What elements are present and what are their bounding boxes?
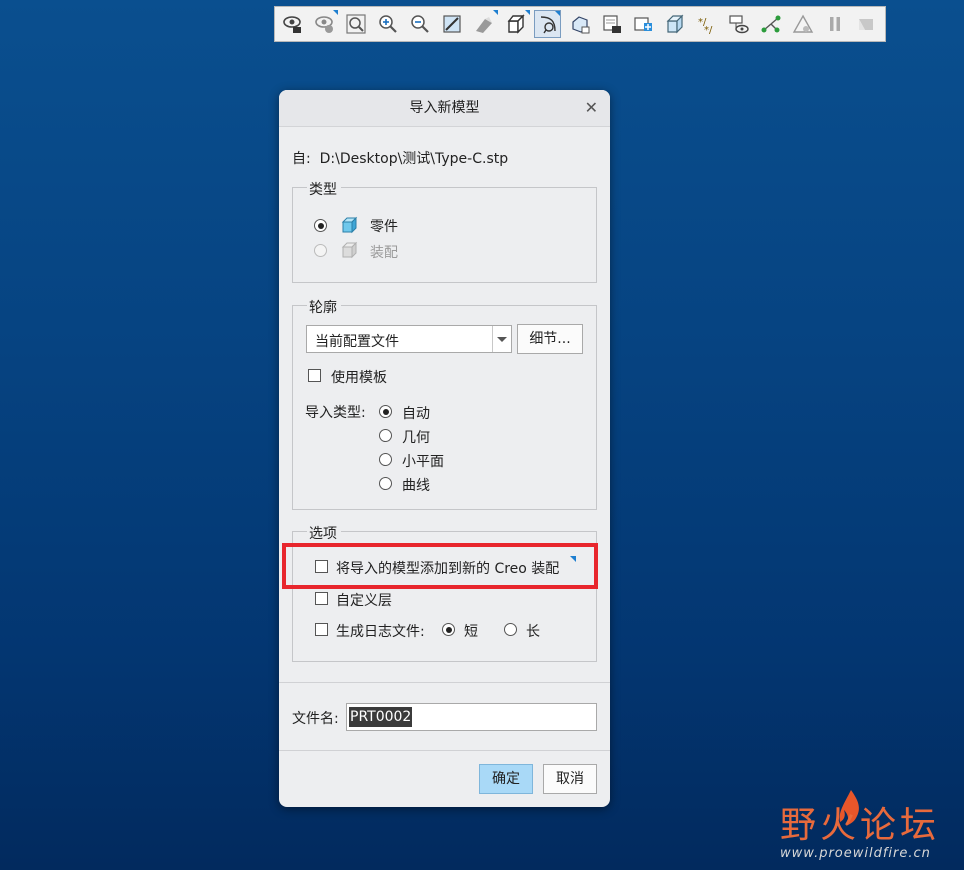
type-group — [292, 187, 597, 283]
repaint-icon[interactable] — [438, 10, 465, 38]
add-view-icon[interactable] — [630, 10, 657, 38]
orientation-cube-icon[interactable] — [502, 10, 530, 38]
flyout-indicator-icon — [570, 556, 576, 562]
part-radio[interactable] — [314, 219, 327, 232]
details-button[interactable]: 细节... — [517, 324, 583, 354]
watermark: 野火论坛 www.proewildfire.cn — [776, 788, 956, 864]
assembly-icon — [341, 241, 358, 259]
import-type-geometry-label: 几何 — [402, 430, 430, 446]
import-type-geometry-radio[interactable] — [379, 429, 392, 442]
source-path: 自: D:\Desktop\测试\Type-C.stp — [292, 148, 508, 168]
file-name-input[interactable]: PRT0002 — [346, 703, 597, 731]
ok-button[interactable]: 确定 — [479, 764, 533, 794]
use-template-checkbox[interactable] — [308, 369, 321, 382]
warning-icon[interactable] — [789, 10, 816, 38]
log-long-label: 长 — [526, 624, 540, 640]
log-file-label: 生成日志文件: — [336, 624, 425, 640]
highlight-box — [282, 543, 598, 589]
shading-icon[interactable] — [470, 10, 498, 38]
use-template-label: 使用模板 — [331, 370, 387, 386]
close-icon[interactable]: ✕ — [585, 90, 598, 126]
datum-display-icon[interactable]: */*/ — [694, 10, 721, 38]
annotation-display-icon[interactable] — [726, 10, 753, 38]
watermark-url: www.proewildfire.cn — [780, 846, 931, 861]
view-icon[interactable] — [279, 10, 306, 38]
separator — [279, 682, 610, 683]
spin-center-icon[interactable] — [534, 10, 562, 38]
file-name-label: 文件名: — [292, 711, 339, 727]
log-long-radio[interactable] — [504, 623, 517, 636]
watermark-title: 野火论坛 — [780, 805, 941, 846]
type-group-legend: 类型 — [307, 179, 341, 199]
import-new-model-dialog: 导入新模型 ✕ 自: D:\Desktop\测试\Type-C.stp 类型 零… — [279, 90, 610, 807]
log-file-checkbox[interactable] — [315, 623, 328, 636]
log-short-radio[interactable] — [442, 623, 455, 636]
flag-icon[interactable] — [853, 10, 880, 38]
separator — [279, 750, 610, 751]
import-type-auto-radio[interactable] — [379, 405, 392, 418]
assembly-label: 装配 — [370, 245, 398, 261]
profile-group-legend: 轮廓 — [307, 297, 341, 317]
log-short-label: 短 — [464, 624, 478, 640]
dialog-title: 导入新模型 — [409, 100, 480, 116]
from-prefix: 自: — [292, 151, 311, 167]
import-type-curve-label: 曲线 — [402, 478, 430, 494]
file-name-value: PRT0002 — [349, 707, 413, 727]
graphics-toolbar: */*/ — [274, 6, 886, 42]
custom-layer-checkbox[interactable] — [315, 592, 328, 605]
saved-views-icon[interactable] — [566, 10, 593, 38]
cancel-button[interactable]: 取消 — [543, 764, 597, 794]
pause-icon[interactable] — [821, 10, 848, 38]
profile-dropdown-value: 当前配置文件 — [315, 334, 399, 350]
import-type-auto-label: 自动 — [402, 406, 430, 422]
from-path: D:\Desktop\测试\Type-C.stp — [319, 151, 509, 167]
dialog-titlebar: 导入新模型 ✕ — [279, 90, 610, 127]
import-type-label: 导入类型: — [305, 405, 366, 421]
profile-dropdown[interactable]: 当前配置文件 — [306, 325, 512, 353]
part-label: 零件 — [370, 219, 398, 235]
axis-display-icon[interactable] — [757, 10, 784, 38]
part-icon — [341, 216, 358, 234]
custom-layer-label: 自定义层 — [336, 593, 392, 609]
svg-text:*/: */ — [704, 25, 713, 35]
transparent-box-icon[interactable] — [662, 10, 689, 38]
zoom-out-icon[interactable] — [407, 10, 434, 38]
import-type-curve-radio[interactable] — [379, 477, 392, 490]
assembly-radio — [314, 244, 327, 257]
options-group-legend: 选项 — [307, 523, 341, 543]
zoom-in-icon[interactable] — [375, 10, 402, 38]
import-type-facet-radio[interactable] — [379, 453, 392, 466]
zoom-fit-icon[interactable] — [343, 10, 370, 38]
import-type-facet-label: 小平面 — [402, 454, 444, 470]
view-settings-icon[interactable] — [311, 10, 339, 38]
snapshot-icon[interactable] — [598, 10, 625, 38]
chevron-down-icon[interactable] — [492, 326, 511, 352]
